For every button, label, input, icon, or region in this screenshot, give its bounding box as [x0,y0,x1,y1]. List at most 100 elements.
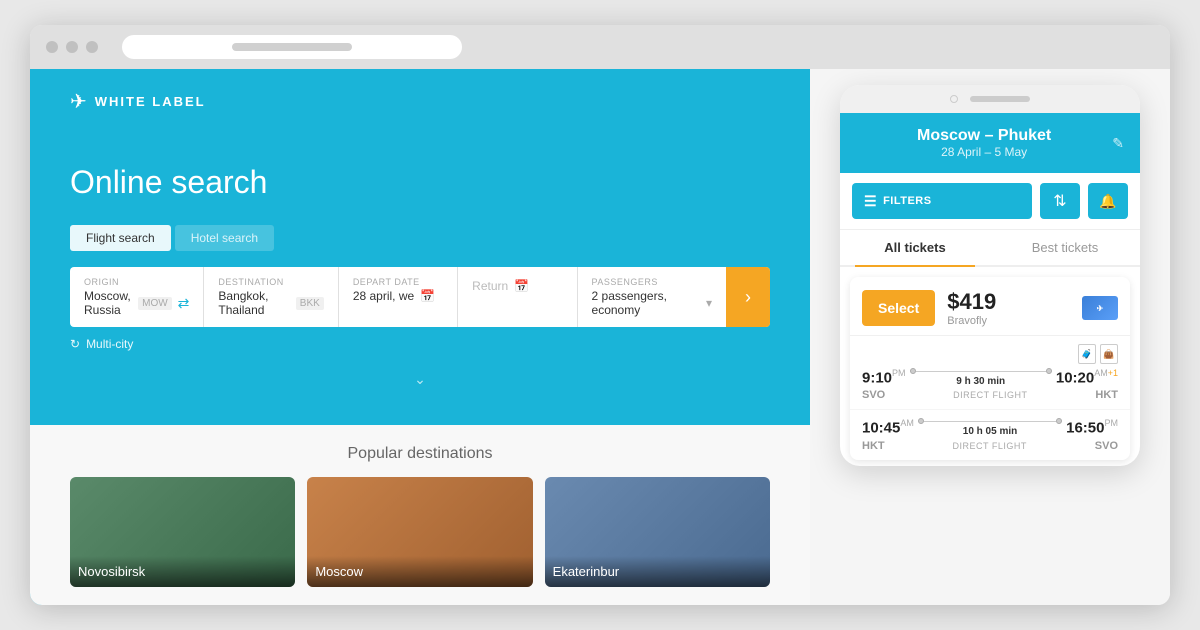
browser-dot-green [86,41,98,53]
popular-title: Popular destinations [70,445,770,463]
duration-block-1: 9 h 30 min [910,368,1052,387]
arr-code-1: HKT [1095,389,1118,401]
refresh-icon: ↻ [70,337,80,351]
passengers-field[interactable]: PASSENGERS 2 passengers, economy ▾ [578,267,726,327]
origin-value: Moscow, Russia MOW ⇄ [84,289,189,317]
sort-button[interactable]: ⇅ [1040,183,1080,219]
destination-label: DESTINATION [218,277,323,287]
tab-best-tickets[interactable]: Best tickets [990,230,1140,265]
app-route-title: Moscow – Phuket [856,127,1112,145]
baggage-icon-1: 🧳 [1078,344,1096,364]
scroll-down-icon[interactable]: ⌄ [70,371,770,388]
dep-time-2: 10:45AM [862,418,914,437]
dep-code-2: HKT [862,440,885,452]
airline-logo: ✈ [1082,296,1118,320]
website-panel: ✈ WHITE LABEL Online search Flight searc… [30,69,810,605]
dot-right-1 [1046,368,1052,374]
chevron-passengers-icon: ▾ [706,296,712,310]
ticket-top: Select $419 Bravofly ✈ [850,277,1130,336]
browser-chrome [30,25,1170,69]
depart-label: DEPART DATE [353,277,443,287]
line-2 [924,421,1056,422]
tab-all-tickets[interactable]: All tickets [840,230,990,265]
search-tabs: Flight search Hotel search [70,225,770,251]
duration-text-2: 10 h 05 min [918,426,1062,437]
depart-date-field[interactable]: DEPART DATE 28 april, we 📅 [339,267,458,327]
search-form: ORIGIN Moscow, Russia MOW ⇄ DESTINATION … [70,267,770,327]
dot-right-2 [1056,418,1062,424]
dep-code-1: SVO [862,389,885,401]
tab-hotel-search[interactable]: Hotel search [175,225,274,251]
arr-time-1: 10:20AM+1 [1056,368,1118,387]
browser-dot-yellow [66,41,78,53]
carry-on-icon-1: 👜 [1100,344,1118,364]
logo-icon: ✈ [70,89,87,114]
filter-bar: ☰ FILTERS ⇅ 🔔 [840,173,1140,230]
popular-card-moscow[interactable]: Moscow [307,477,532,587]
duration-line-2 [918,418,1062,424]
dep-time-1: 9:10PM [862,368,906,387]
return-date-field[interactable]: Return 📅 [458,267,577,327]
depart-value: 28 april, we 📅 [353,289,443,303]
app-dates: 28 April – 5 May [856,145,1112,159]
sort-icon: ⇅ [1053,191,1066,211]
price-amount: $419 [947,289,996,315]
card-overlay: Moscow [307,556,532,587]
direct-text-2: DIRECT FLIGHT [953,441,1027,451]
calendar-return-icon: 📅 [514,279,529,293]
mobile-panel: Moscow – Phuket 28 April – 5 May ✎ ☰ FIL… [810,69,1170,605]
logo-text: WHITE LABEL [95,94,206,109]
flight-codes-1: SVO DIRECT FLIGHT HKT [862,389,1118,401]
origin-label: ORIGIN [84,277,189,287]
card-overlay: Novosibirsk [70,556,295,587]
popular-card-ekaterinburg[interactable]: Ekaterinbur [545,477,770,587]
website-header: ✈ WHITE LABEL [30,69,810,134]
website-hero: Online search Flight search Hotel search… [30,134,810,408]
app-header: Moscow – Phuket 28 April – 5 May ✎ [840,113,1140,173]
phone-frame: Moscow – Phuket 28 April – 5 May ✎ ☰ FIL… [840,85,1140,466]
filters-icon: ☰ [864,193,877,210]
phone-speaker [970,96,1030,102]
price-block: $419 Bravofly [947,289,996,327]
select-button[interactable]: Select [862,290,935,326]
direct-text-1: DIRECT FLIGHT [953,390,1027,400]
browser-content: ✈ WHITE LABEL Online search Flight searc… [30,69,1170,605]
tab-flight-search[interactable]: Flight search [70,225,171,251]
flight-codes-2: HKT DIRECT FLIGHT SVO [862,440,1118,452]
luggage-icons: 🧳 👜 [862,344,1118,364]
hero-title: Online search [70,164,770,201]
popular-card-novosibirsk[interactable]: Novosibirsk [70,477,295,587]
destination-value: Bangkok, Thailand BKK [218,289,323,317]
duration-block-2: 10 h 05 min [918,418,1062,437]
duration-line-1 [910,368,1052,374]
popular-cards: Novosibirsk Moscow Ekaterinbur [70,477,770,587]
popular-section: Popular destinations Novosibirsk Moscow [30,425,810,605]
origin-field[interactable]: ORIGIN Moscow, Russia MOW ⇄ [70,267,204,327]
line-1 [916,371,1046,372]
arr-time-2: 16:50PM [1066,418,1118,437]
flight-row-2: 10:45AM 10 h 05 min [850,410,1130,459]
edit-icon[interactable]: ✎ [1112,135,1124,152]
phone-top-bar [840,85,1140,113]
search-button[interactable]: › [726,267,770,327]
destination-field[interactable]: DESTINATION Bangkok, Thailand BKK [204,267,338,327]
bell-icon: 🔔 [1099,193,1116,210]
flight-times-2: 10:45AM 10 h 05 min [862,418,1118,437]
filters-button[interactable]: ☰ FILTERS [852,183,1032,219]
browser-url-bar[interactable] [122,35,462,59]
card-overlay: Ekaterinbur [545,556,770,587]
swap-icon[interactable]: ⇄ [178,295,190,312]
flight-row-1: 🧳 👜 9:10PM [850,336,1130,410]
browser-window: ✈ WHITE LABEL Online search Flight searc… [30,25,1170,605]
multi-city-toggle[interactable]: ↻ Multi-city [70,337,770,351]
header-text-block: Moscow – Phuket 28 April – 5 May [856,127,1112,159]
passengers-value: 2 passengers, economy ▾ [592,289,712,317]
duration-text-1: 9 h 30 min [910,376,1052,387]
search-icon: › [745,287,751,308]
price-provider: Bravofly [947,315,996,327]
flight-times-1: 9:10PM 9 h 30 min [862,368,1118,387]
alert-button[interactable]: 🔔 [1088,183,1128,219]
phone-camera [950,95,958,103]
ticket-card: Select $419 Bravofly ✈ 🧳 [850,277,1130,460]
arr-code-2: SVO [1095,440,1118,452]
